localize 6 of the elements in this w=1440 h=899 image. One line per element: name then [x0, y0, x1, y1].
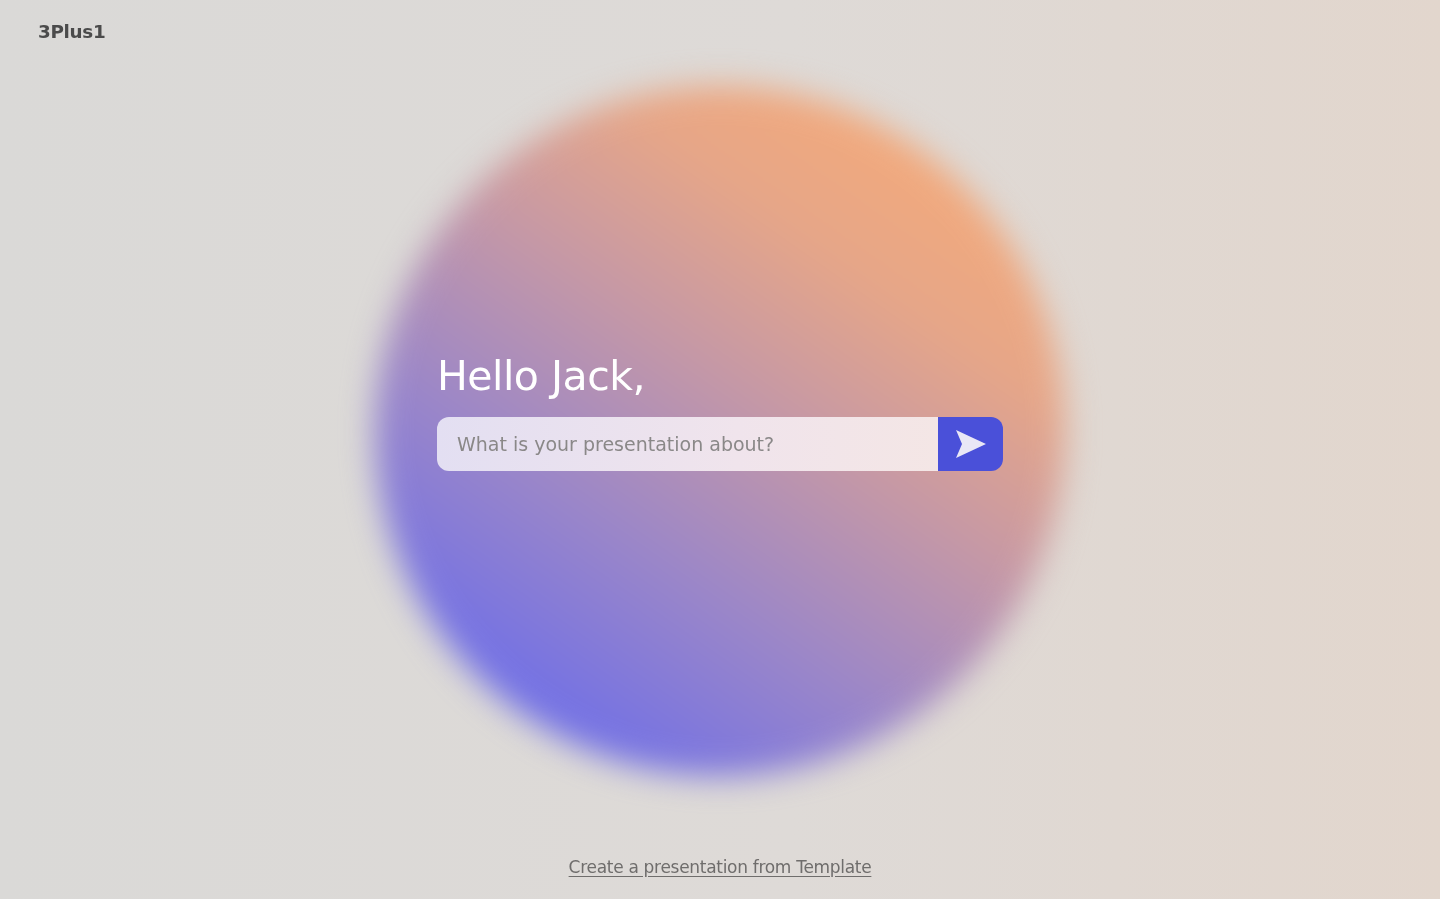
- greeting-heading: Hello Jack,: [437, 351, 645, 401]
- logo: 3Plus1: [38, 22, 106, 42]
- template-link[interactable]: Create a presentation from Template: [568, 857, 872, 877]
- send-button[interactable]: [938, 417, 1003, 471]
- paper-plane-icon: [955, 430, 986, 458]
- prompt-input[interactable]: What is your presentation about?: [437, 417, 938, 471]
